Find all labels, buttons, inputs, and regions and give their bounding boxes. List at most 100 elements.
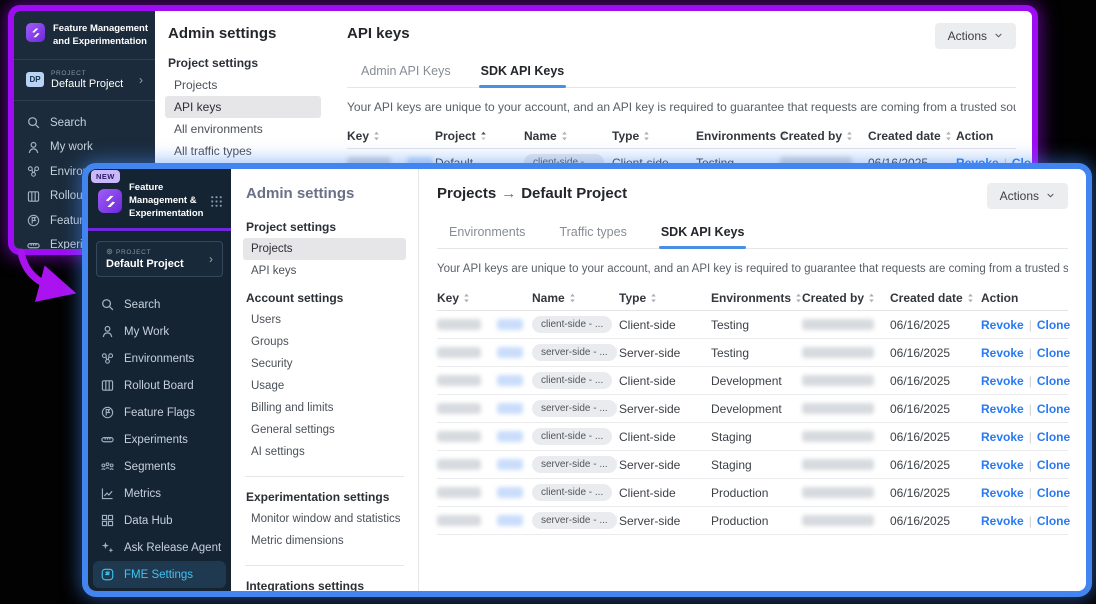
column-header-label: Name	[532, 291, 565, 305]
page-title: API keys	[347, 25, 410, 42]
menu-item-security[interactable]: Security	[243, 353, 406, 375]
clone-link[interactable]: Clone	[1037, 318, 1070, 332]
menu-item-general-settings[interactable]: General settings	[243, 419, 406, 441]
menu-item-billing-and-limits[interactable]: Billing and limits	[243, 397, 406, 419]
menu-item-ai-settings[interactable]: AI settings	[243, 441, 406, 463]
revoke-link[interactable]: Revoke	[981, 402, 1024, 416]
sidebar-item-my-work[interactable]: My Work	[93, 318, 226, 345]
tab-traffic-types[interactable]: Traffic types	[559, 225, 626, 248]
redacted-key-value	[437, 459, 481, 470]
menu-item-metric-dimensions[interactable]: Metric dimensions	[243, 530, 406, 552]
menu-item-monitor-window-and-statistics[interactable]: Monitor window and statistics	[243, 508, 406, 530]
sidebar-item-experiments[interactable]: Experiments	[93, 426, 226, 453]
sidebar-item-metrics[interactable]: Metrics	[93, 480, 226, 507]
menu-item-projects[interactable]: Projects	[165, 74, 321, 96]
project-selector[interactable]: DP PROJECT Default Project ›	[14, 62, 155, 98]
column-header-environments[interactable]: Environments	[696, 129, 780, 143]
tab-sdk-api-keys[interactable]: SDK API Keys	[481, 64, 565, 87]
column-header-key[interactable]: Key	[437, 291, 532, 305]
breadcrumb-part[interactable]: Projects	[437, 185, 496, 202]
column-header-label: Environments	[711, 291, 791, 305]
cell-created-by	[802, 375, 890, 386]
actions-button[interactable]: Actions	[987, 183, 1068, 209]
revoke-link[interactable]: Revoke	[981, 486, 1024, 500]
column-header-label: Key	[437, 291, 459, 305]
cell-created-by	[802, 459, 890, 470]
clone-link[interactable]: Clone	[1037, 514, 1070, 528]
sidebar-item-segments[interactable]: Segments	[93, 453, 226, 480]
cell-action: Revoke|Clone	[981, 318, 1070, 332]
menu-item-groups[interactable]: Groups	[243, 331, 406, 353]
menu-item-api-keys[interactable]: API keys	[243, 260, 406, 282]
column-header-created-by[interactable]: Created by	[780, 129, 868, 143]
front-sidebar-items: SearchMy WorkEnvironments Rollout Board Fe…	[88, 277, 231, 588]
sidebar-item-search[interactable]: Search	[93, 291, 226, 318]
clone-link[interactable]: Clone	[1037, 486, 1070, 500]
app-launcher-icon[interactable]	[210, 195, 223, 208]
actions-button[interactable]: Actions	[935, 23, 1016, 49]
column-header-label: Created date	[868, 129, 941, 143]
column-header-label: Type	[612, 129, 639, 143]
sidebar-item-environments[interactable]: Environments	[93, 345, 226, 372]
column-header-created-by[interactable]: Created by	[802, 291, 890, 305]
sort-icon	[463, 293, 470, 303]
column-header-label: Action	[981, 291, 1018, 305]
clone-link[interactable]: Clone	[1037, 458, 1070, 472]
sidebar-item-my-work[interactable]: My work	[14, 135, 155, 160]
tab-admin-api-keys[interactable]: Admin API Keys	[361, 64, 451, 87]
clone-link[interactable]: Clone	[1037, 374, 1070, 388]
cell-action: Revoke|Clone	[981, 514, 1070, 528]
sort-asc-icon	[480, 131, 487, 141]
sidebar-item-search[interactable]: Search	[14, 111, 155, 136]
sidebar-item-ask-release-agent[interactable]: Ask Release Agent	[93, 534, 226, 561]
redacted-created-by	[802, 487, 874, 498]
column-header-key[interactable]: Key	[347, 129, 435, 143]
feature-flags-icon	[26, 213, 41, 228]
menu-item-api-keys[interactable]: API keys	[165, 96, 321, 118]
redacted-created-by	[802, 375, 874, 386]
revoke-link[interactable]: Revoke	[981, 430, 1024, 444]
clone-link[interactable]: Clone	[1037, 402, 1070, 416]
revoke-link[interactable]: Revoke	[981, 318, 1024, 332]
menu-item-users[interactable]: Users	[243, 309, 406, 331]
menu-item-all-traffic-types[interactable]: All traffic types	[165, 140, 321, 162]
cell-action: Revoke|Clone	[981, 374, 1070, 388]
column-header-type[interactable]: Type	[612, 129, 696, 143]
column-header-project[interactable]: Project	[435, 129, 524, 143]
revoke-link[interactable]: Revoke	[981, 346, 1024, 360]
table-row: client-side - ...Client-sideTesting06/16…	[437, 311, 1068, 339]
tab-sdk-api-keys[interactable]: SDK API Keys	[661, 225, 745, 248]
sidebar-item-rollout-board[interactable]: Rollout Board	[93, 372, 226, 399]
cell-environments: Production	[711, 486, 802, 500]
data-hub-icon	[100, 513, 115, 528]
column-header-name[interactable]: Name	[524, 129, 612, 143]
revoke-link[interactable]: Revoke	[981, 374, 1024, 388]
clone-link[interactable]: Clone	[1037, 346, 1070, 360]
redacted-key-value	[437, 487, 481, 498]
column-header-created-date[interactable]: Created date	[890, 291, 981, 305]
menu-item-projects[interactable]: Projects	[243, 238, 406, 260]
column-header-label: Key	[347, 129, 369, 143]
fme-logo-icon	[26, 23, 45, 42]
menu-item-usage[interactable]: Usage	[243, 375, 406, 397]
action-separator: |	[1029, 402, 1032, 416]
column-header-created-date[interactable]: Created date	[868, 129, 956, 143]
menu-item-all-environments[interactable]: All environments	[165, 118, 321, 140]
sidebar-item-fme-settings[interactable]: FME Settings	[93, 561, 226, 588]
sidebar-item-label: Rollout Board	[124, 380, 194, 392]
revoke-link[interactable]: Revoke	[981, 458, 1024, 472]
column-header-type[interactable]: Type	[619, 291, 711, 305]
tab-environments[interactable]: Environments	[449, 225, 525, 248]
sidebar-item-feature-flags[interactable]: Feature Flags	[93, 399, 226, 426]
sidebar-item-data-hub[interactable]: Data Hub	[93, 507, 226, 534]
column-header-environments[interactable]: Environments	[711, 291, 802, 305]
name-pill: server-side - ...	[532, 344, 617, 361]
column-header-name[interactable]: Name	[532, 291, 619, 305]
column-header-label: Created date	[890, 291, 963, 305]
project-selector[interactable]: PROJECT Default Project ›	[96, 241, 223, 277]
cell-created-by	[802, 487, 890, 498]
action-separator: |	[1029, 430, 1032, 444]
clone-link[interactable]: Clone	[1037, 430, 1070, 444]
revoke-link[interactable]: Revoke	[981, 514, 1024, 528]
menu-section-heading: Integrations settings	[246, 579, 403, 593]
